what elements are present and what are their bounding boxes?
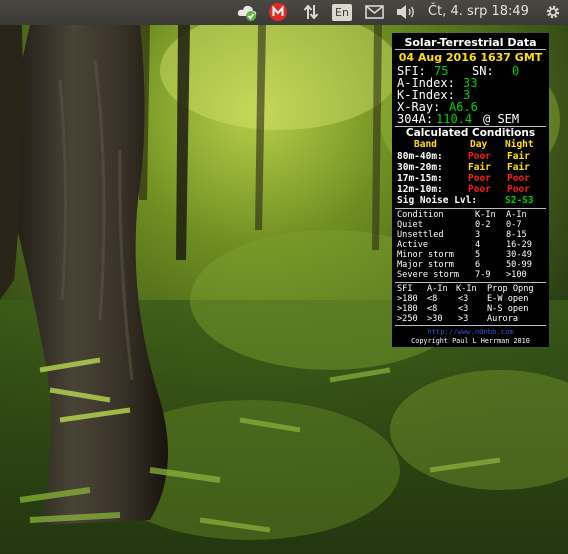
divider (395, 282, 546, 283)
ref-col-k-in: K-In (475, 210, 496, 220)
mail-notify-icon[interactable] (267, 2, 289, 22)
prop-cell: >3 (458, 314, 469, 324)
prop-cell: <8 (427, 304, 438, 314)
ref-cell: 0-2 (475, 220, 491, 230)
source-link[interactable]: http://www.n0nbh.com (392, 327, 549, 336)
ref-cell: Major storm (397, 260, 454, 270)
prop-cell: >250 (397, 314, 418, 324)
sig-noise-value: S2-S3 (505, 195, 534, 206)
band-night: Fair (507, 162, 530, 173)
band-day: Poor (468, 184, 491, 195)
band-night: Poor (507, 184, 530, 195)
ref-cell: 6 (475, 260, 481, 270)
ref-cell: 3 (475, 230, 481, 240)
band-day: Poor (468, 173, 491, 184)
ref-cell: 0-7 (506, 220, 522, 230)
sig-noise-label: Sig Noise Lvl: (397, 195, 478, 206)
band-night: Poor (507, 173, 530, 184)
prop-cell: <3 (458, 304, 469, 314)
ref-cell: 30-49 (506, 250, 532, 260)
volume-icon[interactable] (394, 2, 418, 22)
prop-cell: <3 (458, 294, 469, 304)
ref-cell: 5 (475, 250, 481, 260)
ref-cell: 16-29 (506, 240, 532, 250)
envelope-icon[interactable] (363, 2, 385, 22)
col-day: Day (470, 139, 488, 150)
band-label: 17m-15m: (397, 173, 443, 184)
ref-cell: Active (397, 240, 429, 250)
settings-gear-icon[interactable] (542, 2, 564, 22)
ref-col-a-in: A-In (506, 210, 527, 220)
panel-clock[interactable]: Čt, 4. srp 18:49 (428, 4, 529, 19)
prop-col-a-in: A-In (427, 284, 448, 294)
sem-label: 304A: (397, 112, 434, 126)
col-band: Band (414, 139, 437, 150)
divider (395, 208, 546, 209)
prop-col-opening: Prop Opng (487, 284, 534, 294)
ref-cell: Unsettled (397, 230, 444, 240)
col-night: Night (505, 139, 534, 150)
ref-cell: Quiet (397, 220, 423, 230)
ref-cell: >100 (506, 270, 527, 280)
ref-cell: 4 (475, 240, 481, 250)
divider (395, 49, 546, 50)
sn-value: 0 (512, 64, 520, 78)
top-panel: En Čt, 4. srp 18:49 (0, 0, 568, 25)
ref-cell: 7-9 (475, 270, 491, 280)
prop-cell: N-S open (487, 304, 529, 314)
ref-col-condition: Condition (397, 210, 444, 220)
conditions-title: Calculated Conditions (405, 127, 536, 139)
ref-cell: Severe storm (397, 270, 460, 280)
band-label: 30m-20m: (397, 162, 443, 173)
prop-cell: >180 (397, 304, 418, 314)
report-date: 04 Aug 2016 1637 GMT (398, 51, 543, 64)
keyboard-layout-label: En (332, 3, 352, 21)
prop-cell: >30 (427, 314, 443, 324)
prop-col-sfi: SFI (397, 284, 413, 294)
divider (395, 325, 546, 326)
band-label: 12m-10m: (397, 184, 443, 195)
ref-cell: 50-99 (506, 260, 532, 270)
prop-cell: Aurora (487, 314, 519, 324)
ref-cell: 8-15 (506, 230, 527, 240)
cloud-sync-icon[interactable] (235, 2, 259, 22)
network-transfer-icon[interactable] (300, 2, 322, 22)
band-day: Fair (468, 162, 491, 173)
widget-title: Solar-Terrestrial Data (404, 36, 537, 49)
prop-cell: <8 (427, 294, 438, 304)
band-day: Poor (468, 151, 491, 162)
solar-terrestrial-widget: Solar-Terrestrial Data 04 Aug 2016 1637 … (392, 33, 549, 347)
copyright-text: Copyright Paul L Herrman 2010 (411, 337, 530, 345)
sem-suffix: @ SEM (483, 112, 520, 126)
sem-value: 110.4 (436, 112, 473, 126)
prop-cell: E-W open (487, 294, 529, 304)
ref-cell: Minor storm (397, 250, 454, 260)
prop-col-k-in: K-In (456, 284, 477, 294)
prop-cell: >180 (397, 294, 418, 304)
band-label: 80m-40m: (397, 151, 443, 162)
keyboard-layout-icon[interactable]: En (331, 2, 353, 22)
band-night: Fair (507, 151, 530, 162)
